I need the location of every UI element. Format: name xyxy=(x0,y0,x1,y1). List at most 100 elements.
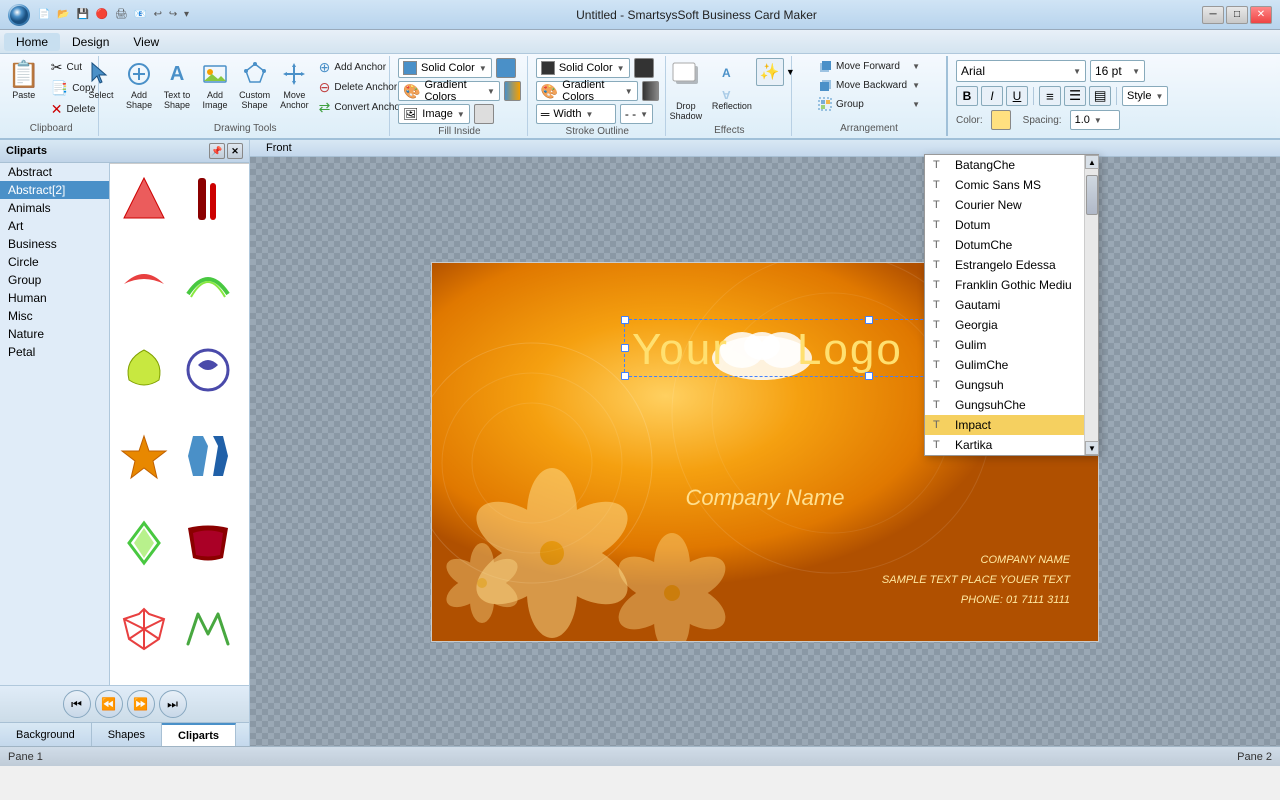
clipart-item[interactable] xyxy=(114,426,174,486)
clipart-item[interactable] xyxy=(114,168,174,228)
font-dropdown-list[interactable]: TBatangCheTComic Sans MSTCourier NewTDot… xyxy=(924,154,1099,456)
font-item-franklin-gothic-mediu[interactable]: TFranklin Gothic Mediu xyxy=(925,275,1098,295)
clipart-item[interactable] xyxy=(178,254,238,314)
font-item-gungsuh[interactable]: TGungsuh xyxy=(925,375,1098,395)
clipart-item[interactable] xyxy=(178,513,238,573)
category-item-misc[interactable]: Misc xyxy=(0,307,109,325)
tab-shapes[interactable]: Shapes xyxy=(92,723,162,746)
tab-cliparts[interactable]: Cliparts xyxy=(162,723,236,746)
font-item-kartika[interactable]: TKartika xyxy=(925,435,1098,455)
font-item-courier-new[interactable]: TCourier New xyxy=(925,195,1098,215)
group-button[interactable]: Group ▼ xyxy=(814,96,924,112)
clipart-item[interactable] xyxy=(114,340,174,400)
text-color-picker[interactable] xyxy=(991,110,1011,130)
font-item-dotumche[interactable]: TDotumChe xyxy=(925,235,1098,255)
category-item-human[interactable]: Human xyxy=(0,289,109,307)
scrollbar-down[interactable]: ▼ xyxy=(1085,441,1099,455)
clipart-item[interactable] xyxy=(242,168,249,228)
font-item-dotum[interactable]: TDotum xyxy=(925,215,1098,235)
player-next-button[interactable]: ⏩ xyxy=(127,690,155,718)
custom-shape-button[interactable]: Custom Shape xyxy=(235,58,274,112)
stroke-gradient-dropdown[interactable]: 🎨 Gradient Colors ▼ xyxy=(536,81,638,101)
clipart-item[interactable] xyxy=(178,340,238,400)
clipart-item[interactable] xyxy=(178,168,238,228)
scrollbar-up[interactable]: ▲ xyxy=(1085,155,1099,169)
category-item-nature[interactable]: Nature xyxy=(0,325,109,343)
category-item-abstract[interactable]: Abstract xyxy=(0,163,109,181)
category-item-circle[interactable]: Circle xyxy=(0,253,109,271)
stroke-gradient-picker[interactable] xyxy=(642,81,659,101)
add-image-button[interactable]: Add Image xyxy=(197,58,233,112)
image-dropdown[interactable]: 🖼 Image ▼ xyxy=(398,104,470,124)
menu-view[interactable]: View xyxy=(121,33,171,51)
font-list-scrollbar[interactable]: ▲ ▼ xyxy=(1084,155,1098,455)
align-right-button[interactable]: ▤ xyxy=(1089,86,1111,106)
player-last-button[interactable]: ⏭ xyxy=(159,690,187,718)
stroke-solid-dropdown[interactable]: Solid Color ▼ xyxy=(536,58,630,78)
scrollbar-thumb[interactable] xyxy=(1086,175,1098,215)
font-size-dropdown[interactable]: 16 pt ▼ xyxy=(1090,60,1145,82)
fill-color-picker[interactable] xyxy=(496,58,516,78)
category-item-abstract[2][interactable]: Abstract[2] xyxy=(0,181,109,199)
maximize-button[interactable]: □ xyxy=(1226,6,1248,24)
menu-design[interactable]: Design xyxy=(60,33,121,51)
clipart-item[interactable] xyxy=(114,599,174,659)
stroke-color-picker[interactable] xyxy=(634,58,654,78)
category-item-petal[interactable]: Petal xyxy=(0,343,109,361)
italic-button[interactable]: I xyxy=(981,86,1003,106)
image-picker[interactable] xyxy=(474,104,494,124)
bold-button[interactable]: B xyxy=(956,86,978,106)
sidebar-close-button[interactable]: ✕ xyxy=(227,143,243,159)
move-anchor-button[interactable]: Move Anchor xyxy=(276,58,313,112)
font-item-estrangelo-edessa[interactable]: TEstrangelo Edessa xyxy=(925,255,1098,275)
text-to-shape-button[interactable]: A Text to Shape xyxy=(159,58,195,112)
font-item-georgia[interactable]: TGeorgia xyxy=(925,315,1098,335)
clipart-item[interactable] xyxy=(114,513,174,573)
clipart-item[interactable] xyxy=(242,513,249,573)
paste-button[interactable]: 📋 Paste xyxy=(3,58,45,102)
clipart-item[interactable] xyxy=(242,340,249,400)
align-left-button[interactable]: ≡ xyxy=(1039,86,1061,106)
drop-shadow-button[interactable]: Drop Shadow xyxy=(664,58,708,123)
font-item-impact[interactable]: TImpact xyxy=(925,415,1098,435)
fill-gradient-dropdown[interactable]: 🎨 Gradient Colors ▼ xyxy=(398,81,500,101)
gradient-color-picker[interactable] xyxy=(504,81,521,101)
letter-spacing-dropdown[interactable]: 1.0 ▼ xyxy=(1070,110,1120,130)
close-button[interactable]: ✕ xyxy=(1250,6,1272,24)
clipart-item[interactable] xyxy=(242,599,249,659)
window-controls[interactable]: ─ □ ✕ xyxy=(1202,6,1272,24)
align-center-button[interactable]: ☰ xyxy=(1064,86,1086,106)
menu-home[interactable]: Home xyxy=(4,33,60,51)
tab-background[interactable]: Background xyxy=(0,723,92,746)
select-button[interactable]: Select xyxy=(83,58,119,102)
category-item-group[interactable]: Group xyxy=(0,271,109,289)
effects-more-dropdown[interactable]: ✨ ▼ xyxy=(756,58,795,86)
font-item-gautami[interactable]: TGautami xyxy=(925,295,1098,315)
clipart-item[interactable] xyxy=(178,599,238,659)
player-first-button[interactable]: ⏮ xyxy=(63,690,91,718)
clipart-item[interactable] xyxy=(178,426,238,486)
category-item-art[interactable]: Art xyxy=(0,217,109,235)
font-family-dropdown[interactable]: Arial ▼ xyxy=(956,60,1086,82)
font-item-gulimche[interactable]: TGulimChe xyxy=(925,355,1098,375)
move-forward-button[interactable]: Move Forward ▼ xyxy=(814,58,924,74)
font-item-comic-sans-ms[interactable]: TComic Sans MS xyxy=(925,175,1098,195)
move-backward-button[interactable]: Move Backward ▼ xyxy=(814,77,924,93)
reflection-button[interactable]: A A Reflection xyxy=(710,58,754,113)
sidebar-pin-button[interactable]: 📌 xyxy=(209,143,225,159)
fill-solid-dropdown[interactable]: Solid Color ▼ xyxy=(398,58,492,78)
font-item-gulim[interactable]: TGulim xyxy=(925,335,1098,355)
add-shape-button[interactable]: Add Shape xyxy=(121,58,157,112)
clipart-item[interactable] xyxy=(242,426,249,486)
clipart-item[interactable] xyxy=(242,254,249,314)
category-item-business[interactable]: Business xyxy=(0,235,109,253)
style-dropdown[interactable]: Style ▼ xyxy=(1122,86,1168,106)
minimize-button[interactable]: ─ xyxy=(1202,6,1224,24)
font-item-gungsuhche[interactable]: TGungsuhChe xyxy=(925,395,1098,415)
clipart-item[interactable] xyxy=(114,254,174,314)
canvas-tab-front[interactable]: Front xyxy=(250,140,1280,157)
canvas-body[interactable]: Your Logo Company Name xyxy=(250,157,1280,746)
stroke-width-dropdown[interactable]: ═ Width ▼ xyxy=(536,104,616,124)
underline-button[interactable]: U xyxy=(1006,86,1028,106)
font-item-batangche[interactable]: TBatangChe xyxy=(925,155,1098,175)
